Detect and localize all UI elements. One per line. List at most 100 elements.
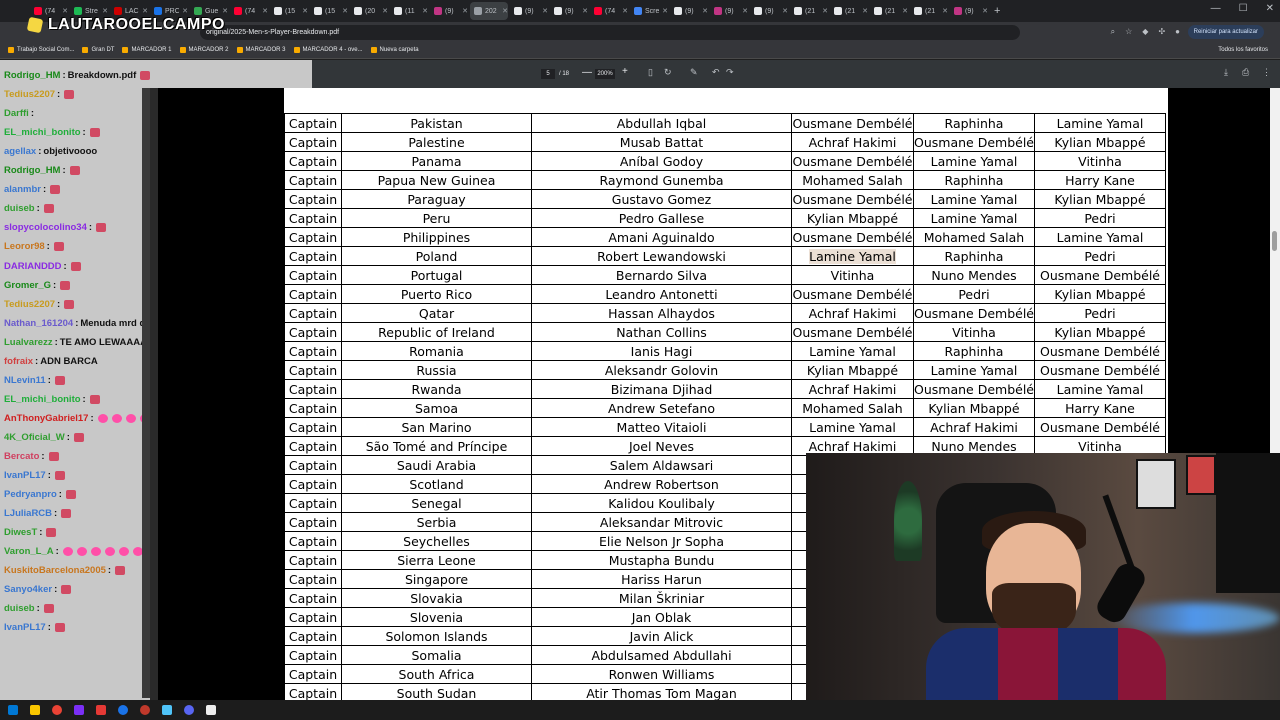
bookmark-item[interactable]: MARCADOR 4 - ove...: [293, 47, 363, 53]
fit-page-icon[interactable]: ▯: [648, 67, 653, 78]
browser-tab[interactable]: (21 ✕: [870, 2, 908, 20]
print-icon[interactable]: ⎙: [1242, 67, 1249, 78]
tab-close-icon[interactable]: ✕: [542, 7, 548, 15]
browser-tab[interactable]: (9) ✕: [670, 2, 708, 20]
rotate-icon[interactable]: ↻: [664, 67, 672, 78]
bookmark-item[interactable]: Nueva carpeta: [370, 47, 419, 53]
bookmark-item[interactable]: MARCADOR 2: [179, 47, 229, 53]
chat-username[interactable]: NLevin11: [4, 375, 46, 386]
tab-close-icon[interactable]: ✕: [862, 7, 868, 15]
chat-username[interactable]: Gromer_G: [4, 280, 51, 291]
chat-username[interactable]: Tedius2207: [4, 299, 55, 310]
star-icon[interactable]: ☆: [1125, 27, 1132, 37]
app-white-icon[interactable]: [206, 705, 216, 715]
chat-username[interactable]: DiwesT: [4, 527, 37, 538]
browser-tab[interactable]: (11 ✕: [390, 2, 428, 20]
all-bookmarks[interactable]: Todos los favoritos: [1218, 47, 1268, 53]
chat-username[interactable]: slopycolocolino34: [4, 222, 87, 233]
tab-close-icon[interactable]: ✕: [742, 7, 748, 15]
tab-close-icon[interactable]: ✕: [902, 7, 908, 15]
edge-icon[interactable]: [118, 705, 128, 715]
bookmark-item[interactable]: Trabajo Social Com...: [8, 47, 74, 53]
tab-close-icon[interactable]: ✕: [182, 7, 188, 15]
chat-username[interactable]: duiseb: [4, 603, 35, 614]
tab-close-icon[interactable]: ✕: [382, 7, 388, 15]
chat-username[interactable]: fofraix: [4, 356, 33, 367]
pdf-scrollbar-thumb[interactable]: [1272, 231, 1277, 251]
bookmark-item[interactable]: MARCADOR 3: [236, 47, 286, 53]
chat-username[interactable]: Leoror98: [4, 241, 45, 252]
tab-close-icon[interactable]: ✕: [822, 7, 828, 15]
url-field[interactable]: original/2025-Men-s-Player-Breakdown.pdf: [200, 24, 1020, 40]
windows-start-icon[interactable]: [8, 705, 18, 715]
chat-username[interactable]: Pedryanpro: [4, 489, 57, 500]
tab-close-icon[interactable]: ✕: [502, 7, 508, 15]
tab-close-icon[interactable]: ✕: [342, 7, 348, 15]
chat-username[interactable]: alanmbr: [4, 184, 41, 195]
tab-close-icon[interactable]: ✕: [982, 7, 988, 15]
tab-close-icon[interactable]: ✕: [302, 7, 308, 15]
tab-close-icon[interactable]: ✕: [422, 7, 428, 15]
maximize-button[interactable]: ☐: [1239, 3, 1248, 14]
tab-close-icon[interactable]: ✕: [102, 7, 108, 15]
notes-icon[interactable]: [162, 705, 172, 715]
undo-icon[interactable]: ↶: [712, 67, 720, 78]
browser-tab[interactable]: (21 ✕: [790, 2, 828, 20]
chat-username[interactable]: duiseb: [4, 203, 35, 214]
tab-close-icon[interactable]: ✕: [142, 7, 148, 15]
chat-username[interactable]: Bercato: [4, 451, 39, 462]
tab-close-icon[interactable]: ✕: [942, 7, 948, 15]
browser-tab[interactable]: (74 ✕: [230, 2, 268, 20]
browser-tab[interactable]: (15 ✕: [310, 2, 348, 20]
chat-username[interactable]: IvanPL17: [4, 470, 46, 481]
browser-tab[interactable]: Scre ✕: [630, 2, 668, 20]
close-window-button[interactable]: ✕: [1266, 3, 1274, 14]
file-explorer-icon[interactable]: [30, 705, 40, 715]
browser-tab[interactable]: 202 ✕: [470, 2, 508, 20]
update-button[interactable]: Reiniciar para actualizar: [1187, 25, 1264, 39]
chat-username[interactable]: Sanyo4ker: [4, 584, 52, 595]
redo-icon[interactable]: ↷: [726, 67, 734, 78]
minimize-button[interactable]: —: [1211, 3, 1221, 14]
chat-username[interactable]: Nathan_161204: [4, 318, 73, 329]
tab-close-icon[interactable]: ✕: [262, 7, 268, 15]
app-red-icon[interactable]: [96, 705, 106, 715]
browser-tab[interactable]: (15 ✕: [270, 2, 308, 20]
download-icon[interactable]: ⤓: [1224, 67, 1228, 78]
more-icon[interactable]: ⋮: [1262, 67, 1271, 78]
tab-close-icon[interactable]: ✕: [662, 7, 668, 15]
chat-username[interactable]: AnThonyGabriel17: [4, 413, 88, 424]
chat-username[interactable]: LJuliaRCB: [4, 508, 52, 519]
zoom-level[interactable]: 200%: [595, 69, 615, 79]
browser-tab[interactable]: (9) ✕: [710, 2, 748, 20]
chat-username[interactable]: EL_michi_bonito: [4, 394, 81, 405]
chat-username[interactable]: Rodrigo_HM: [4, 165, 60, 176]
browser-tab[interactable]: (9) ✕: [510, 2, 548, 20]
browser-tab[interactable]: (9) ✕: [550, 2, 588, 20]
chat-username[interactable]: Tedius2207: [4, 89, 55, 100]
tab-close-icon[interactable]: ✕: [702, 7, 708, 15]
tab-close-icon[interactable]: ✕: [782, 7, 788, 15]
zoom-out-button[interactable]: —: [582, 67, 592, 78]
chat-username[interactable]: KuskitoBarcelona2005: [4, 565, 106, 576]
chat-scrollbar[interactable]: [142, 88, 150, 698]
discord-icon[interactable]: [184, 705, 194, 715]
extension-icon[interactable]: ◆: [1142, 27, 1148, 37]
new-tab-button[interactable]: +: [994, 5, 1000, 17]
browser-tab[interactable]: (9) ✕: [750, 2, 788, 20]
chat-username[interactable]: 4K_Oficial_W: [4, 432, 65, 443]
chat-username[interactable]: IvanPL17: [4, 622, 46, 633]
tab-close-icon[interactable]: ✕: [222, 7, 228, 15]
zoom-icon[interactable]: ⌕: [1111, 27, 1115, 37]
obs-icon[interactable]: [140, 705, 150, 715]
chrome-icon[interactable]: [52, 705, 62, 715]
zoom-in-button[interactable]: +: [622, 66, 628, 77]
chat-username[interactable]: DARIANDDD: [4, 261, 62, 272]
browser-tab[interactable]: (74 ✕: [590, 2, 628, 20]
browser-tab[interactable]: (21 ✕: [910, 2, 948, 20]
page-number-input[interactable]: 5: [541, 69, 555, 79]
twitch-icon[interactable]: [74, 705, 84, 715]
tab-close-icon[interactable]: ✕: [462, 7, 468, 15]
profile-icon[interactable]: ●: [1175, 27, 1180, 37]
tab-close-icon[interactable]: ✕: [62, 7, 68, 15]
